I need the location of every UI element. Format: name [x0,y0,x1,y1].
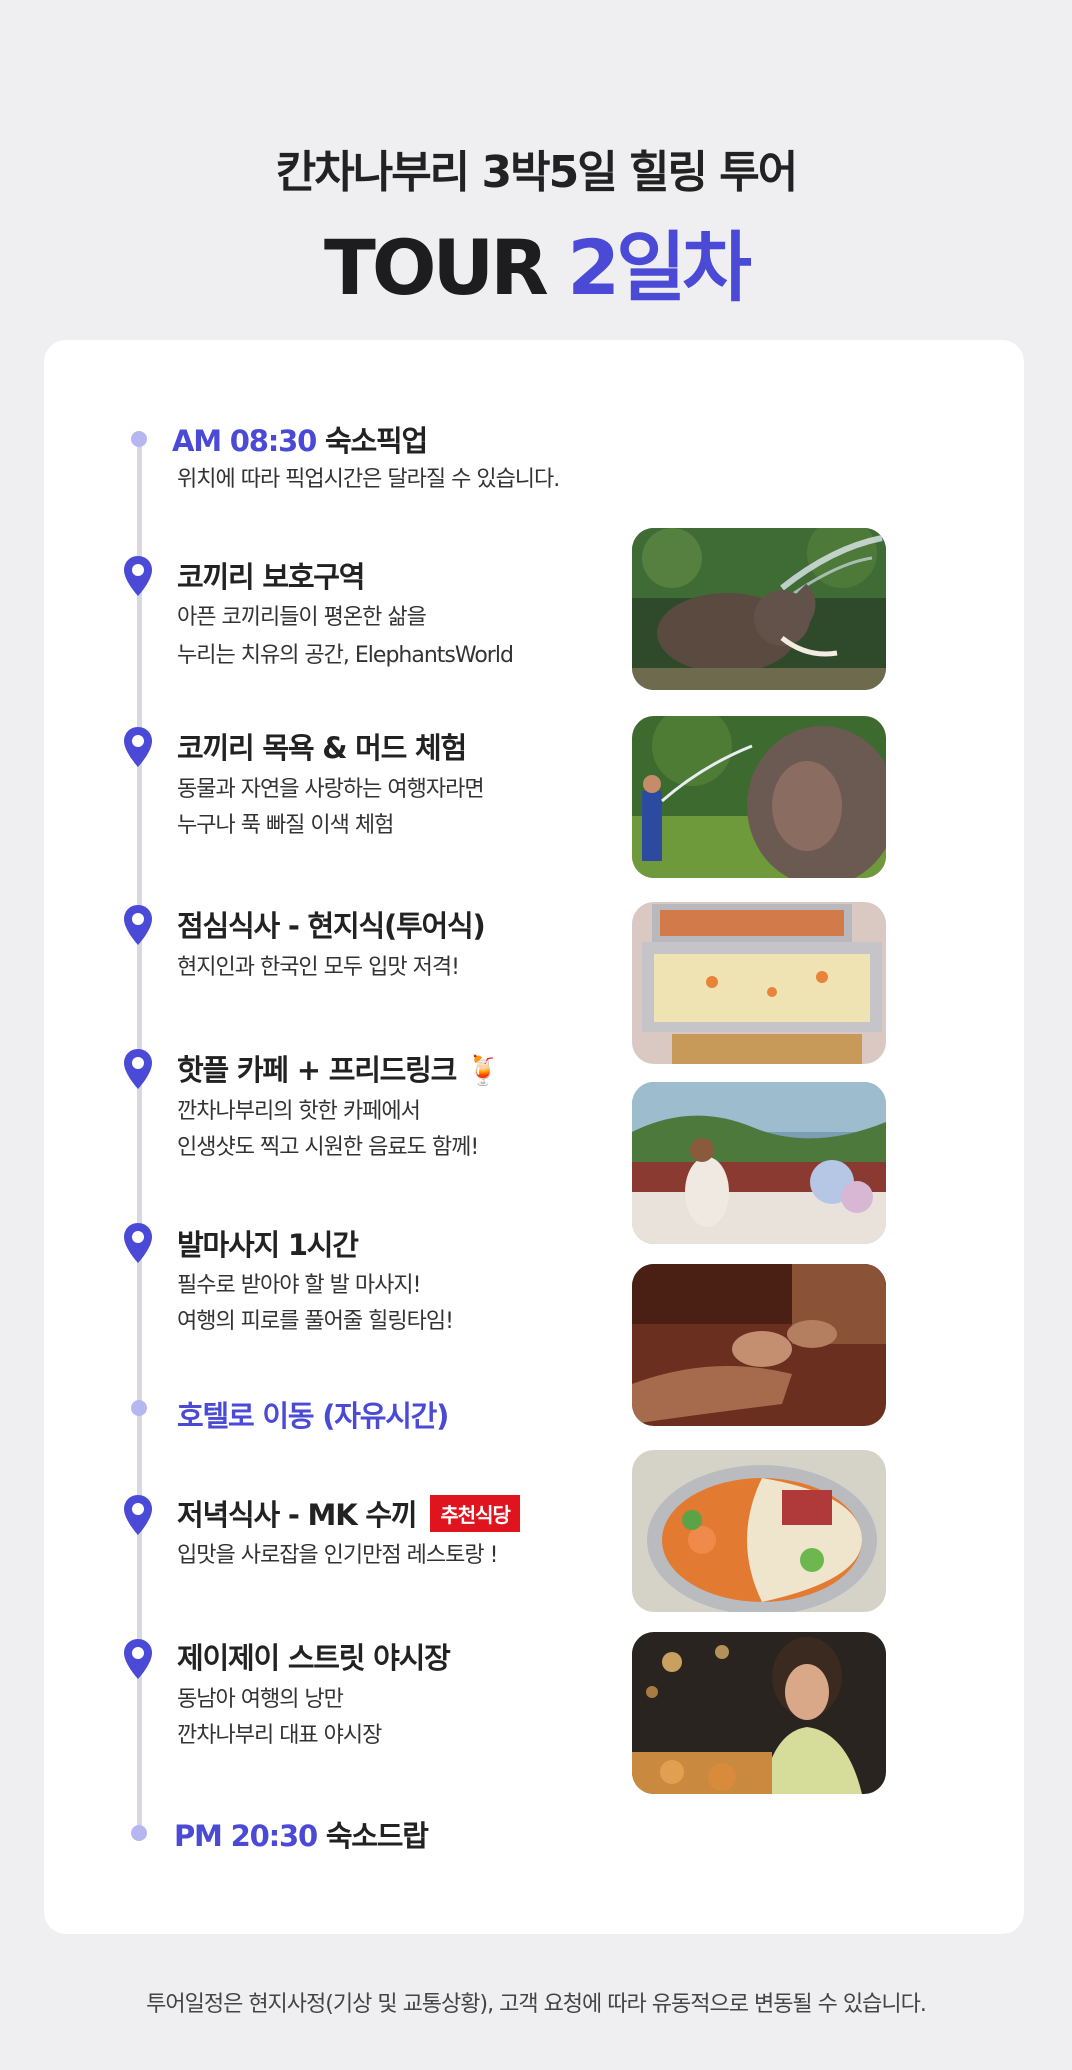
item-desc-line: 아픈 코끼리들이 평온한 삶을 [177,605,427,630]
item-desc-line: 누구나 푹 빠질 이색 체험 [177,813,394,838]
item-title-text: 핫플 카페 + 프리드링크 [177,1053,457,1087]
dropoff-title: PM 20:30 숙소드랍 [174,1813,429,1855]
elephant-bath-photo [632,716,886,878]
map-pin-icon [124,556,152,596]
pickup-title: AM 08:30 숙소픽업 [172,418,428,460]
title-day: 2일차 [567,223,752,312]
map-pin-icon [124,1049,152,1089]
page-subtitle: 칸차나부리 3박5일 힐링 투어 [275,147,798,198]
map-pin-icon [124,1223,152,1263]
cafe-photo [632,1082,886,1244]
item-desc-line: 현지인과 한국인 모두 입맛 저격! [177,955,460,980]
item-desc-line: 동남아 여행의 낭만 [177,1687,344,1712]
hotel-transfer-label: 호텔로 이동 (자유시간) [177,1399,449,1433]
suki-photo [632,1450,886,1612]
item-desc-line: 입맛을 사로잡을 인기만점 레스토랑 ! [177,1543,498,1568]
item-title: 발마사지 1시간 [177,1228,359,1262]
item-title-text: 저녁식사 - MK 수끼 [177,1498,418,1532]
item-desc-line: 깐차나부리의 핫한 카페에서 [177,1099,421,1124]
item-desc-line: 필수로 받아야 할 발 마사지! [177,1273,421,1298]
map-pin-icon [124,905,152,945]
item-desc-line: 여행의 피로를 풀어줄 힐링타임! [177,1309,454,1334]
dropoff-label: 숙소드랍 [325,1819,429,1853]
footer-note: 투어일정은 현지사정(기상 및 교통상황), 고객 요청에 따라 유동적으로 변… [146,1992,927,2017]
item-title: 저녁식사 - MK 수끼 추천식당 [177,1492,520,1534]
pickup-label: 숙소픽업 [325,424,428,458]
item-desc-line: 인생샷도 찍고 시원한 음료도 함께! [177,1135,479,1160]
timeline-dot [131,1400,147,1416]
item-desc-line: 깐차나부리 대표 야시장 [177,1723,382,1748]
item-desc-line: 누리는 치유의 공간, ElephantsWorld [177,643,514,668]
timeline-dot [131,1825,147,1841]
pickup-desc: 위치에 따라 픽업시간은 달라질 수 있습니다. [177,467,560,492]
timeline-dot [131,431,147,447]
pickup-time: AM 08:30 [172,424,317,458]
recommended-badge: 추천식당 [430,1495,520,1532]
map-pin-icon [124,727,152,767]
item-title: 점심식사 - 현지식(투어식) [177,909,486,943]
elephant-sanctuary-photo [632,528,886,690]
dropoff-time: PM 20:30 [174,1819,318,1853]
page-title: TOUR 2일차 [0,206,1072,316]
night-market-photo [632,1632,886,1794]
foot-massage-photo [632,1264,886,1426]
timeline-line [137,436,142,1834]
item-desc-line: 동물과 자연을 사랑하는 여행자라면 [177,777,485,802]
item-title: 제이제이 스트릿 야시장 [177,1641,451,1675]
cocktail-icon: 🍹 [465,1053,501,1087]
lunch-buffet-photo [632,902,886,1064]
item-title: 코끼리 보호구역 [177,560,365,594]
item-title: 핫플 카페 + 프리드링크 🍹 [177,1047,501,1089]
map-pin-icon [124,1495,152,1535]
map-pin-icon [124,1639,152,1679]
item-title: 코끼리 목욕 & 머드 체험 [177,731,467,765]
title-prefix: TOUR [324,223,549,312]
